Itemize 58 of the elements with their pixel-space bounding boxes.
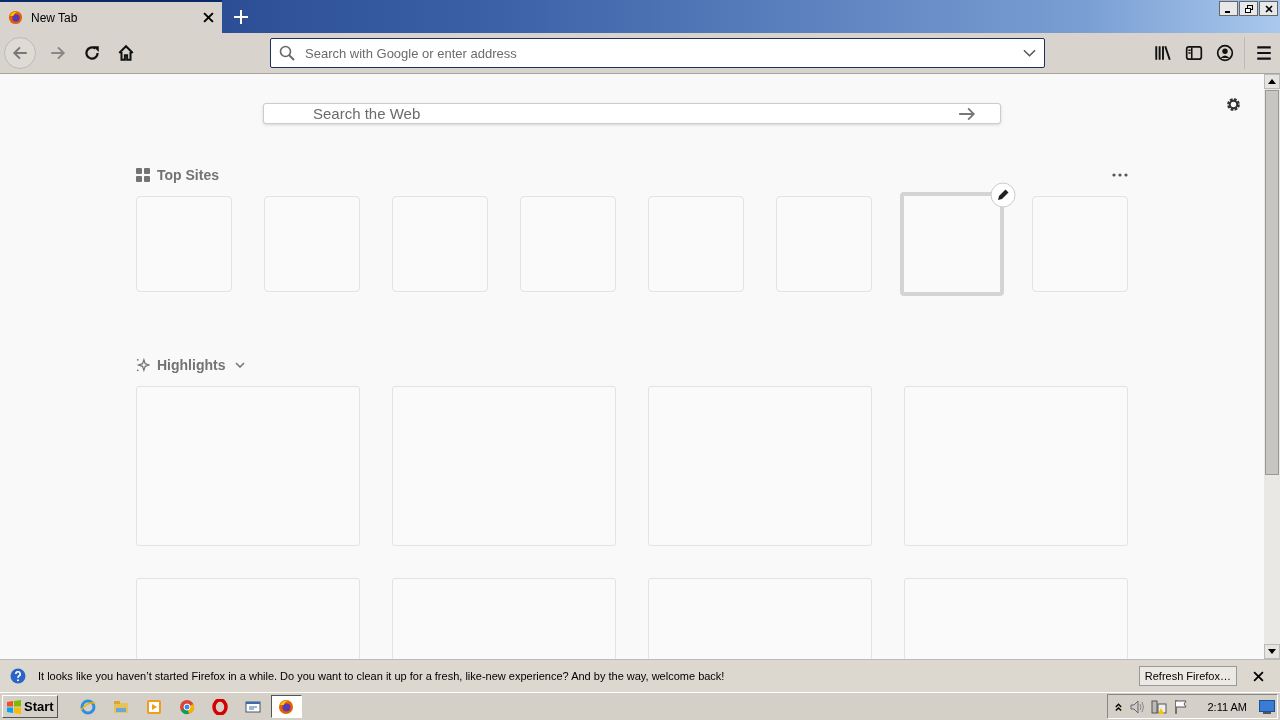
account-icon[interactable] [1216, 44, 1234, 62]
sparkle-icon [136, 358, 150, 372]
chevron-icon[interactable] [235, 362, 246, 368]
close-icon[interactable] [1253, 670, 1264, 682]
more-icon[interactable] [1112, 173, 1128, 177]
web-search-box[interactable]: Search the Web [263, 103, 1001, 124]
dropdown-icon[interactable] [1023, 49, 1036, 57]
scroll-down-button[interactable] [1264, 644, 1280, 659]
address-bar[interactable]: Search with Google or enter address [270, 38, 1045, 68]
close-button[interactable] [1259, 1, 1278, 16]
forward-icon[interactable] [49, 44, 67, 62]
back-button[interactable] [4, 37, 36, 69]
search-icon [279, 45, 295, 61]
edit-icon[interactable] [990, 182, 1016, 208]
settings-icon[interactable] [1225, 96, 1242, 113]
flag-icon[interactable] [1173, 698, 1190, 715]
browser-tab[interactable]: New Tab [0, 0, 222, 33]
scrollbar-thumb[interactable] [1265, 90, 1279, 475]
help-icon [10, 668, 26, 684]
sidebar-icon[interactable] [1185, 44, 1203, 62]
grid-icon [136, 168, 150, 182]
section-title: Top Sites [157, 167, 219, 183]
browser-icon [179, 698, 196, 715]
play-icon [146, 698, 163, 715]
refresh-button[interactable]: Refresh Firefox… [1138, 666, 1237, 686]
ring-icon [212, 698, 229, 715]
speaker-icon[interactable] [1129, 698, 1146, 715]
restore-icon [1243, 3, 1254, 14]
clock[interactable]: 2:11 AM [1207, 700, 1247, 713]
windows-logo-icon [6, 698, 22, 715]
minimize-icon [1225, 10, 1230, 13]
browser-logo-icon [8, 10, 23, 25]
show-desktop-icon[interactable] [1259, 699, 1275, 714]
folder-icon [113, 698, 130, 715]
reload-icon[interactable] [83, 44, 101, 62]
back-icon [11, 44, 29, 62]
taskbar-app[interactable] [270, 695, 302, 718]
web-search-field[interactable]: Search the Web [311, 104, 958, 123]
start-button[interactable]: Start [2, 695, 58, 718]
minimize-button[interactable] [1219, 1, 1238, 16]
close-icon[interactable] [203, 12, 214, 23]
menu-icon[interactable] [1255, 44, 1273, 62]
scroll-up-button[interactable] [1264, 74, 1280, 89]
chevron-up-icon[interactable] [1114, 701, 1124, 712]
library-icon[interactable] [1154, 44, 1172, 62]
restore-button[interactable] [1239, 1, 1258, 16]
close-icon [1263, 3, 1274, 14]
network-icon[interactable] [1151, 698, 1168, 715]
down-arrow-icon [1268, 649, 1276, 654]
new-tab-icon[interactable] [234, 9, 248, 24]
home-icon[interactable] [117, 44, 135, 62]
top-site-tile[interactable] [900, 192, 1004, 296]
browser-logo-icon [278, 698, 295, 715]
globe-icon [80, 698, 97, 715]
notification-message: It looks like you haven’t started Firefox in a while. Do you want to clean it up for a fresh, like-new experience? And by the way, welcome back! [38, 670, 726, 682]
section-title: Highlights [157, 357, 226, 373]
up-arrow-icon [1268, 79, 1276, 84]
window-icon [245, 698, 262, 715]
